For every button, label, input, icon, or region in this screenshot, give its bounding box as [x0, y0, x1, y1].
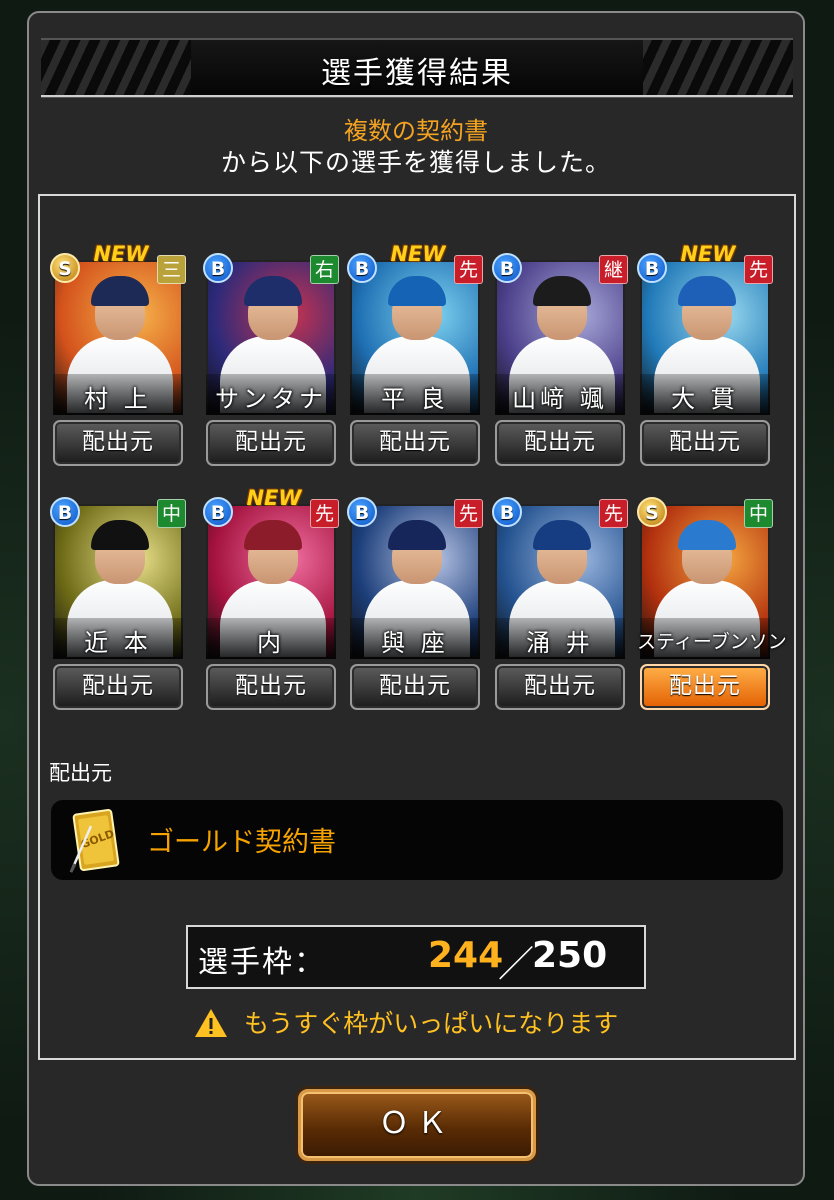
new-badge: NEW — [390, 242, 446, 266]
player-name: スティーブンソン — [637, 631, 787, 653]
cap-icon — [91, 520, 149, 550]
source-button[interactable]: 配出元 — [206, 664, 336, 710]
cap-icon — [244, 276, 302, 306]
slots-current: 244 — [428, 935, 504, 976]
player-name: 與 座 — [381, 629, 449, 657]
source-button[interactable]: 配出元 — [640, 420, 770, 466]
warning-icon — [195, 1009, 227, 1037]
cap-icon — [388, 276, 446, 306]
dialog-title: 選手獲得結果 — [321, 56, 513, 91]
cap-icon — [91, 276, 149, 306]
position-badge: 先 — [454, 499, 483, 528]
rank-badge: B — [203, 253, 233, 283]
rank-badge: B — [347, 253, 377, 283]
source-button[interactable]: 配出元 — [350, 664, 480, 710]
rank-badge: B — [492, 497, 522, 527]
player-card[interactable]: スティーブンソン S 中 配出元 — [637, 486, 787, 716]
source-button[interactable]: 配出元 — [206, 420, 336, 466]
title-bar: 選手獲得結果 — [41, 38, 793, 98]
player-name: 大 貫 — [671, 385, 739, 413]
source-button[interactable]: 配出元 — [350, 420, 480, 466]
source-button[interactable]: 配出元 — [53, 420, 183, 466]
rank-badge: B — [203, 497, 233, 527]
source-button[interactable]: 配出元 — [495, 420, 625, 466]
player-card[interactable]: 近 本 B 中 配出元 — [50, 486, 186, 716]
position-badge: 先 — [599, 499, 628, 528]
player-card[interactable]: 内 B 先 NEW 配出元 — [203, 486, 339, 716]
warning-text: もうすぐ枠がいっぱいになります — [244, 1009, 619, 1038]
player-name: サンタナ — [215, 385, 327, 413]
position-badge: 先 — [310, 499, 339, 528]
player-name: 平 良 — [381, 385, 449, 413]
source-item-row: GOLD ゴールド契約書 — [51, 800, 783, 880]
cap-icon — [678, 520, 736, 550]
slots-max: 250 — [532, 935, 608, 976]
cap-icon — [678, 276, 736, 306]
player-name: 内 — [257, 629, 285, 657]
position-badge: 中 — [157, 499, 186, 528]
rank-badge: B — [492, 253, 522, 283]
rank-badge: S — [637, 497, 667, 527]
position-badge: 先 — [454, 255, 483, 284]
player-name: 涌 井 — [526, 629, 594, 657]
position-badge: 先 — [744, 255, 773, 284]
ok-button[interactable]: ＯＫ — [298, 1089, 536, 1161]
divider — [41, 95, 793, 97]
player-card[interactable]: サンタナ B 右 配出元 — [203, 242, 339, 472]
source-section-label: 配出元 — [49, 761, 112, 785]
player-name: 村 上 — [84, 385, 152, 413]
player-card[interactable]: 平 良 B 先 NEW 配出元 — [347, 242, 483, 472]
gold-contract-icon: GOLD — [69, 809, 120, 873]
position-badge: 右 — [310, 255, 339, 284]
new-badge: NEW — [93, 242, 149, 266]
new-badge: NEW — [680, 242, 736, 266]
position-badge: 中 — [744, 499, 773, 528]
source-button[interactable]: 配出元 — [640, 664, 770, 710]
player-card[interactable]: 村 上 S 三 NEW 配出元 — [50, 242, 186, 472]
rank-badge: B — [347, 497, 377, 527]
source-button[interactable]: 配出元 — [495, 664, 625, 710]
result-message: から以下の選手を獲得しました。 — [220, 148, 611, 177]
source-item-name: ゴールド契約書 — [147, 827, 336, 858]
roster-slots-box: 選手枠： 244 ／ 250 — [186, 925, 646, 989]
cap-icon — [533, 276, 591, 306]
position-badge: 三 — [157, 255, 186, 284]
player-card[interactable]: 涌 井 B 先 配出元 — [492, 486, 628, 716]
cap-icon — [244, 520, 302, 550]
cap-icon — [388, 520, 446, 550]
rank-badge: S — [50, 253, 80, 283]
rank-badge: B — [50, 497, 80, 527]
position-badge: 継 — [599, 255, 628, 284]
slots-label: 選手枠： — [198, 945, 326, 980]
new-badge: NEW — [246, 486, 302, 510]
source-button[interactable]: 配出元 — [53, 664, 183, 710]
player-name: 山﨑 颯 — [512, 385, 608, 413]
cap-icon — [533, 520, 591, 550]
rank-badge: B — [637, 253, 667, 283]
player-card[interactable]: 與 座 B 先 配出元 — [347, 486, 483, 716]
slots-separator: ／ — [498, 944, 535, 985]
player-card[interactable]: 大 貫 B 先 NEW 配出元 — [637, 242, 773, 472]
player-name: 近 本 — [84, 629, 152, 657]
source-highlight: 複数の契約書 — [344, 117, 488, 145]
player-card[interactable]: 山﨑 颯 B 継 配出元 — [492, 242, 628, 472]
